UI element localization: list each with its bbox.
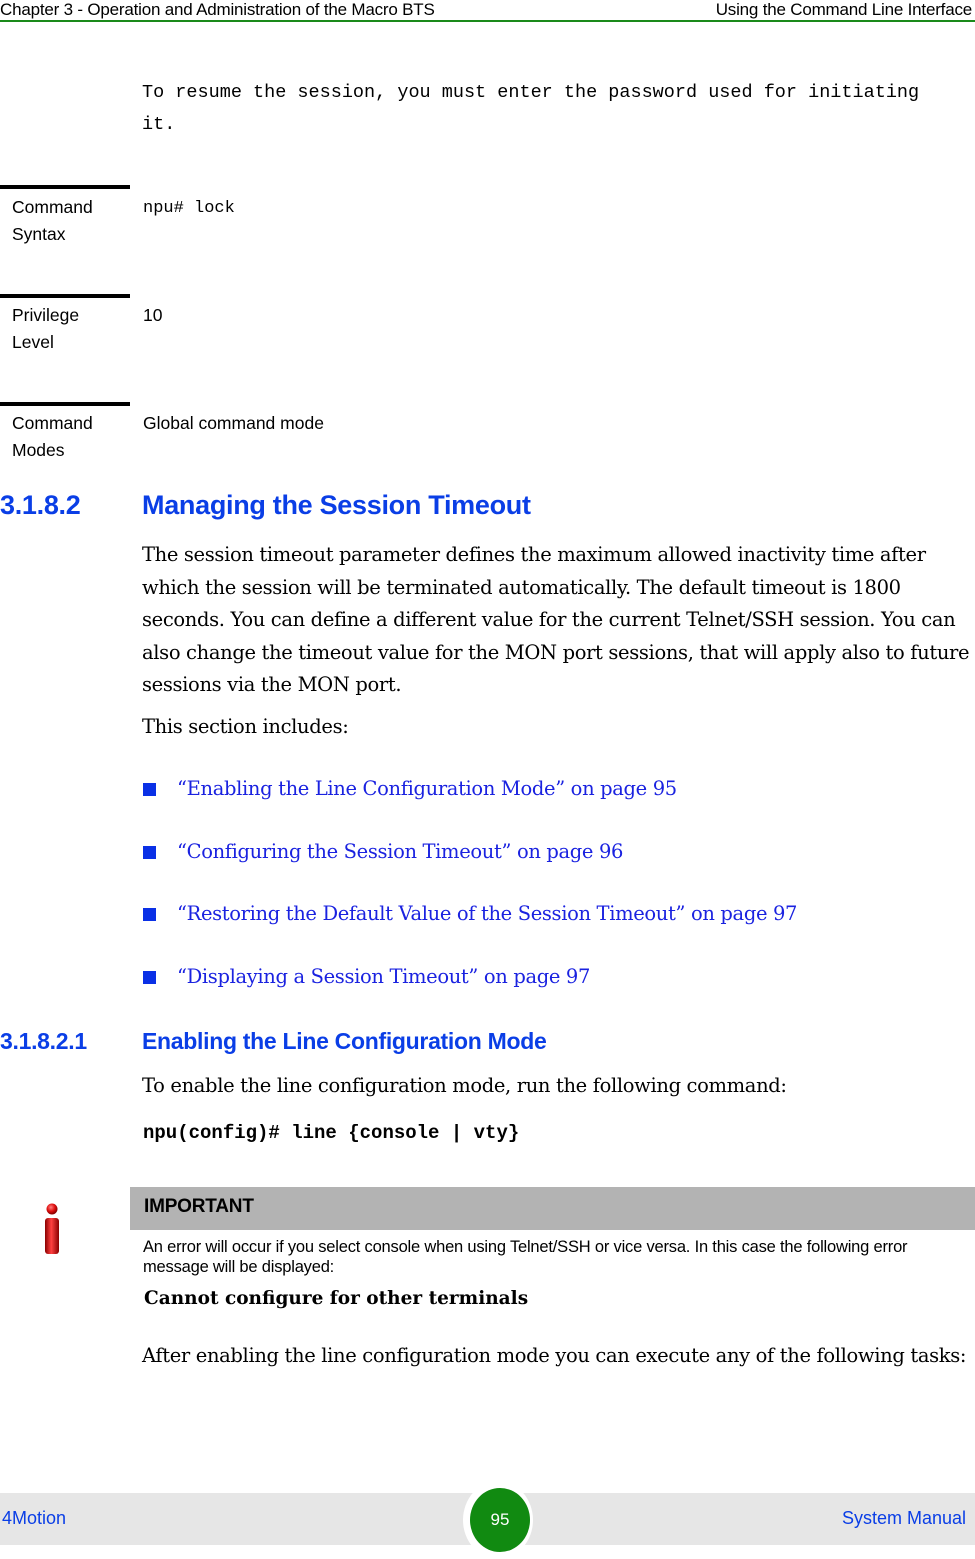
subsection-paragraph: To enable the line configuration mode, r… [142,1074,787,1097]
footer-manual: System Manual [841,1508,966,1528]
privilege-level-value: 10 [143,305,163,325]
section-includes-label: This section includes: [142,715,349,738]
table-row-divider [0,294,130,298]
table-row-divider [0,402,130,406]
command-syntax-value: npu# lock [143,199,235,218]
link-configuring-session-timeout[interactable]: “Configuring the Session Timeout” on pag… [177,838,623,866]
command-syntax-label: Command Syntax [12,197,93,244]
running-header-chapter: Chapter 3 - Operation and Administration… [0,0,435,19]
command-modes-label: Command Modes [12,413,93,460]
link-enabling-line-configuration-mode[interactable]: “Enabling the Line Configuration Mode” o… [177,775,677,803]
section-number: 3.1.8.2 [0,490,81,520]
section-paragraph: The session timeout parameter defines th… [142,543,970,696]
intro-text: To resume the session, you must enter th… [142,82,920,135]
important-body: An error will occur if you select consol… [143,1238,908,1276]
footer-product: 4Motion [2,1508,67,1528]
table-row-divider [0,185,130,189]
subsection-title: Enabling the Line Configuration Mode [142,1028,547,1054]
after-text: After enabling the line configuration mo… [142,1344,967,1367]
important-heading: IMPORTANT [144,1196,254,1217]
bullet-square-icon [143,971,156,984]
page-number-badge: 95 [470,1488,530,1552]
privilege-level-label: Privilege Level [12,305,80,352]
command-line: npu(config)# line {console | vty} [143,1122,520,1144]
bullet-square-icon [143,783,156,796]
link-displaying-session-timeout[interactable]: “Displaying a Session Timeout” on page 9… [177,963,590,991]
section-title: Managing the Session Timeout [142,490,531,520]
important-error-message: Cannot configure for other terminals [144,1288,529,1309]
command-modes-value: Global command mode [143,413,324,433]
bullet-square-icon [143,908,156,921]
info-icon [40,1203,64,1255]
link-restoring-default-session-timeout[interactable]: “Restoring the Default Value of the Sess… [177,900,797,928]
subsection-number: 3.1.8.2.1 [0,1028,87,1054]
running-header-section: Using the Command Line Interface [715,0,972,19]
bullet-square-icon [143,846,156,859]
header-divider [0,20,975,22]
important-header: IMPORTANT [130,1187,975,1230]
